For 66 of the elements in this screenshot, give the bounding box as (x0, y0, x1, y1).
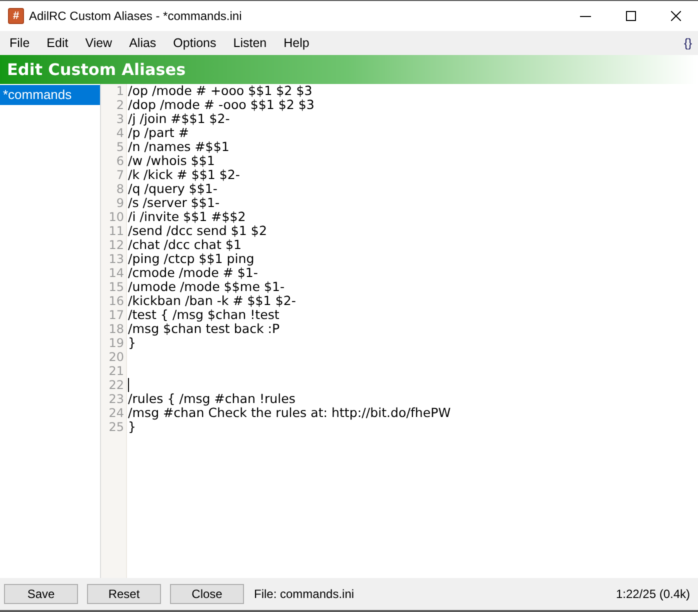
menu-item[interactable]: File (1, 32, 38, 54)
code-line: /op /mode # +ooo $$1 $2 $3 (128, 84, 312, 98)
footer-button[interactable]: Reset (87, 584, 161, 604)
line-number: 22 (108, 378, 124, 392)
line-number: 9 (116, 196, 124, 210)
maximize-icon (626, 11, 636, 21)
line-number: 4 (116, 126, 124, 140)
menu-item[interactable]: Listen (224, 32, 276, 54)
line-number: 20 (108, 350, 124, 364)
banner-title: Edit Custom Aliases (7, 58, 186, 80)
cursor-position-label: 1:22/25 (0.4k) (616, 586, 690, 603)
code-line: /send /dcc send $1 $2 (128, 224, 267, 238)
line-number: 18 (108, 322, 124, 336)
line-number: 5 (116, 140, 124, 154)
code-line: /rules { /msg #chan !rules (128, 392, 296, 406)
line-number: 3 (116, 112, 124, 126)
code-line: /umode /mode $$me $1- (128, 280, 285, 294)
code-line: /dop /mode # -ooo $$1 $2 $3 (128, 98, 314, 112)
menu-item[interactable]: Alias (120, 32, 165, 54)
code-line: /kickban /ban -k # $$1 $2- (128, 294, 296, 308)
line-number: 24 (108, 406, 124, 420)
line-number: 6 (116, 154, 124, 168)
menu-item[interactable]: Options (164, 32, 225, 54)
menu-extra[interactable]: {} (684, 34, 692, 52)
code-line: /q /query $$1- (128, 182, 218, 196)
menu-item[interactable]: Help (275, 32, 318, 54)
code-line: /n /names #$$1 (128, 140, 230, 154)
app-icon: # (8, 8, 24, 24)
code-line: } (128, 420, 136, 434)
line-number: 11 (108, 224, 124, 238)
footer-button[interactable]: Close (170, 584, 244, 604)
line-number: 19 (108, 336, 124, 350)
code-line: /i /invite $$1 #$$2 (128, 210, 246, 224)
alias-file-item[interactable]: *commands (0, 85, 100, 105)
line-number: 17 (108, 308, 124, 322)
line-number: 14 (108, 266, 124, 280)
code-line: /j /join #$$1 $2- (128, 112, 230, 126)
code-line: } (128, 336, 136, 350)
line-number: 13 (108, 252, 124, 266)
code-line: /msg #chan Check the rules at: http://bit.do/fhePW (128, 406, 451, 420)
window-title: AdilRC Custom Aliases - *commands.ini (29, 8, 242, 25)
line-number: 21 (108, 364, 124, 378)
code-line: /s /server $$1- (128, 196, 220, 210)
footer-button[interactable]: Save (4, 584, 78, 604)
code-line: /w /whois $$1 (128, 154, 215, 168)
line-number: 25 (108, 420, 124, 434)
code-line: /k /kick # $$1 $2- (128, 168, 240, 182)
line-number: 23 (108, 392, 124, 406)
line-number: 16 (108, 294, 124, 308)
line-number: 12 (108, 238, 124, 252)
code-line: /test { /msg $chan !test (128, 308, 280, 322)
line-number: 2 (116, 98, 124, 112)
close-icon (671, 11, 681, 21)
menu-item[interactable]: View (76, 32, 121, 54)
line-number: 1 (116, 84, 124, 98)
code-line: /cmode /mode # $1- (128, 266, 258, 280)
code-line: /ping /ctcp $$1 ping (128, 252, 254, 266)
line-number: 15 (108, 280, 124, 294)
line-number: 8 (116, 182, 124, 196)
line-number: 7 (116, 168, 124, 182)
code-line: /msg $chan test back :P (128, 322, 280, 336)
code-line: /chat /dcc chat $1 (128, 238, 242, 252)
menu-item[interactable]: Edit (38, 32, 77, 54)
code-line: /p /part # (128, 126, 189, 140)
line-number: 10 (108, 210, 124, 224)
file-name-label: File: commands.ini (254, 586, 354, 603)
